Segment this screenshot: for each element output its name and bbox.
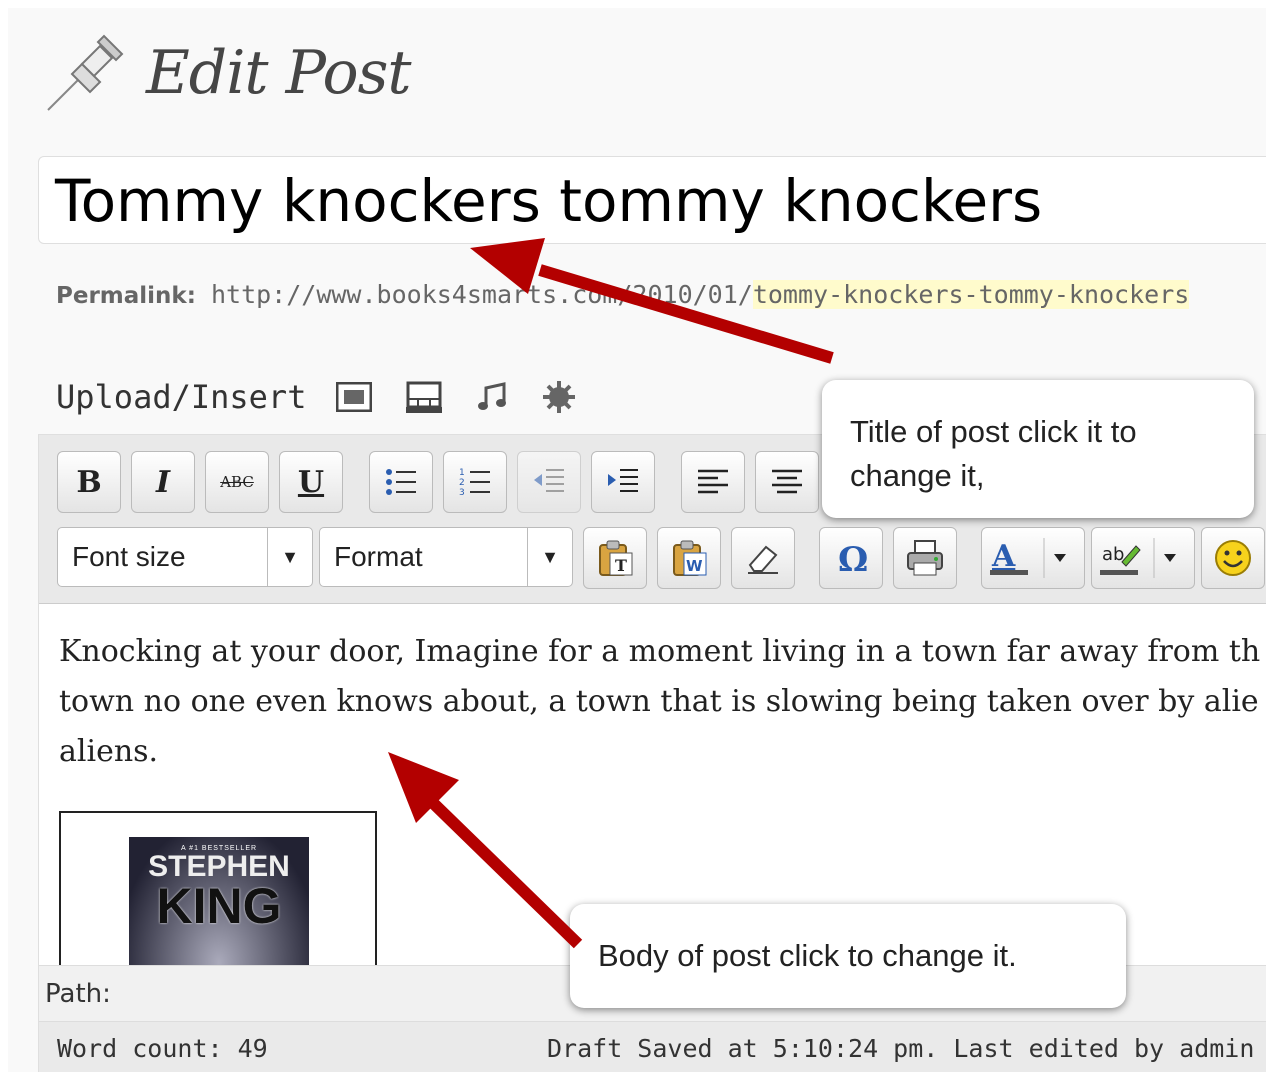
annotation-arrows [388, 238, 834, 949]
arrow-icon [470, 238, 834, 364]
screenshot: Edit Post Tommy knockers tommy knockers … [0, 0, 1266, 1072]
arrow-icon [388, 752, 583, 949]
